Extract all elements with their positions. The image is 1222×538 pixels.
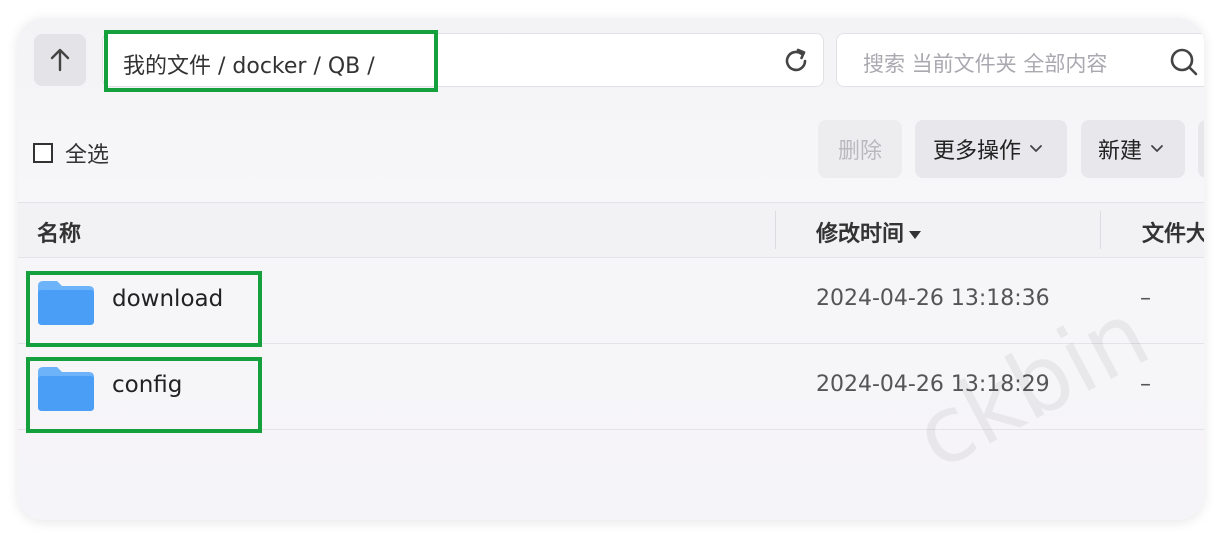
delete-label: 删除 [837, 139, 882, 164]
up-button[interactable] [34, 34, 86, 86]
chevron-down-icon [1151, 145, 1163, 152]
search-input[interactable]: 搜索 当前文件夹 全部内容 [863, 48, 1107, 78]
file-size: – [1140, 286, 1151, 311]
search-box[interactable]: 搜索 当前文件夹 全部内容 [836, 33, 1204, 87]
refresh-icon[interactable] [781, 46, 811, 76]
breadcrumb[interactable]: 我的文件 / docker / QB / [123, 48, 375, 80]
chevron-down-icon [1030, 145, 1042, 152]
column-modified[interactable]: 修改时间 [816, 216, 922, 248]
folder-icon [38, 281, 94, 325]
more-actions-label: 更多操作 [933, 139, 1022, 164]
sort-desc-icon [909, 231, 922, 239]
select-all[interactable]: 全选 [33, 137, 109, 169]
select-all-checkbox[interactable] [33, 143, 53, 163]
table-header: 名称 修改时间 文件大 [18, 202, 1204, 258]
column-modified-label: 修改时间 [816, 222, 905, 247]
column-name[interactable]: 名称 [37, 216, 81, 248]
select-all-label: 全选 [65, 143, 110, 168]
file-modified: 2024-04-26 13:18:36 [816, 286, 1050, 311]
path-bar[interactable]: 我的文件 / docker / QB / [102, 33, 824, 87]
arrow-up-icon [50, 48, 70, 72]
search-icon[interactable] [1169, 47, 1199, 77]
file-name[interactable]: config [112, 372, 182, 398]
new-button[interactable]: 新建 [1081, 120, 1185, 178]
new-label: 新建 [1098, 139, 1143, 164]
column-divider[interactable] [775, 211, 776, 249]
folder-icon [38, 367, 94, 411]
file-name[interactable]: download [112, 286, 223, 312]
column-size[interactable]: 文件大 [1142, 216, 1204, 248]
column-divider[interactable] [1100, 211, 1101, 249]
file-manager-panel: 我的文件 / docker / QB / 搜索 当前文件夹 全部内容 全选 删除… [18, 18, 1204, 520]
delete-button[interactable]: 删除 [818, 120, 902, 178]
overflow-button[interactable] [1198, 120, 1204, 178]
more-actions-button[interactable]: 更多操作 [915, 120, 1067, 178]
